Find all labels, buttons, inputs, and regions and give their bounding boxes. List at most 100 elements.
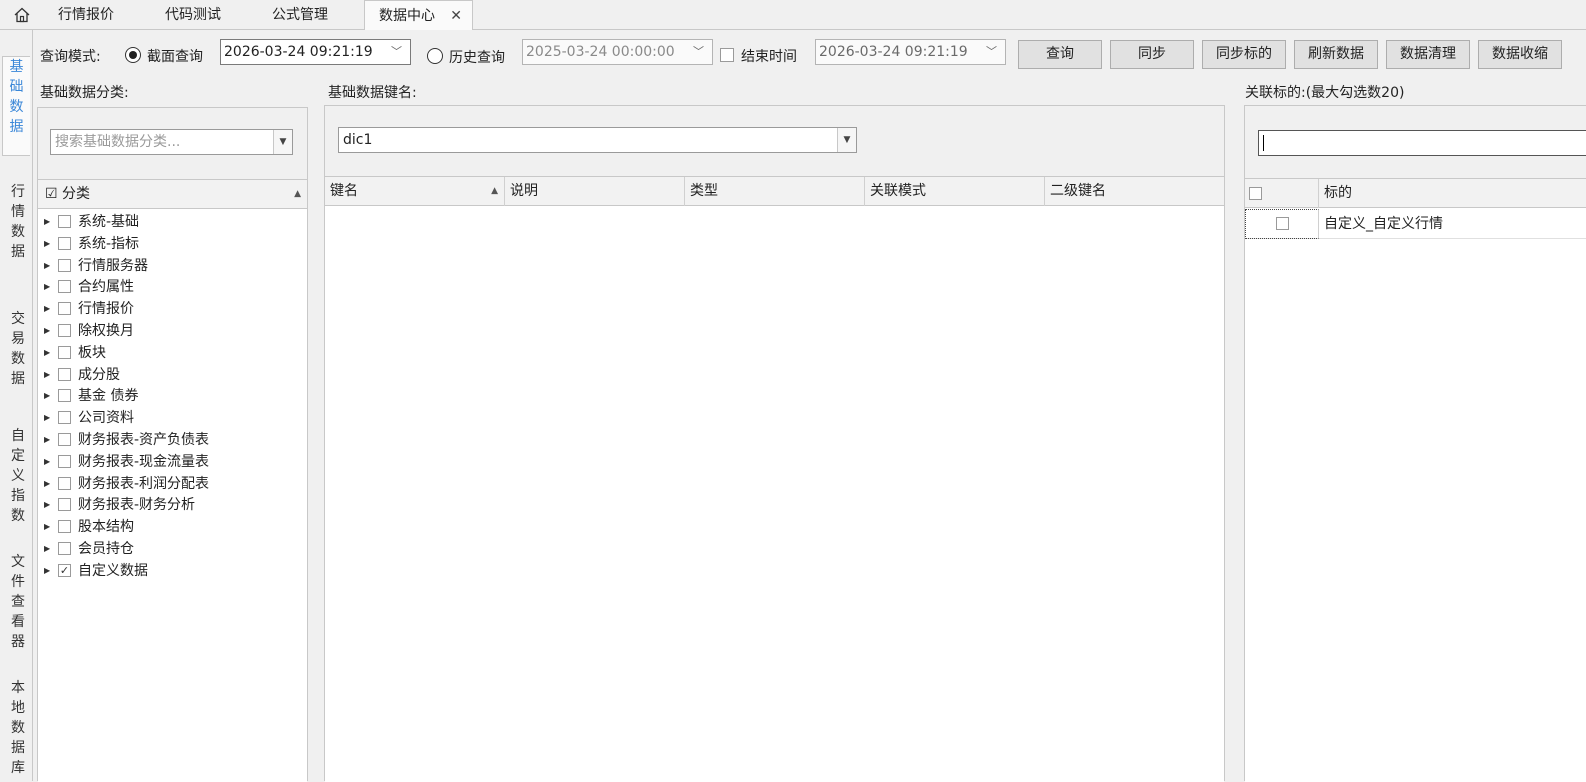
tree-item[interactable]: ▶ 合约属性 (38, 276, 307, 298)
end-time-checkbox[interactable] (720, 48, 734, 62)
nav-custom-index[interactable]: 自 定 义 指 数 (4, 426, 32, 526)
tree-item-checkbox[interactable] (58, 476, 71, 490)
expand-arrow-icon[interactable]: ▶ (44, 473, 50, 495)
tab-data-center[interactable]: 数据中心 ✕ (364, 0, 473, 31)
tree-item-checkbox[interactable] (58, 258, 71, 272)
expand-arrow-icon[interactable]: ▶ (44, 385, 50, 407)
dropdown-arrow-icon[interactable]: ▼ (837, 128, 856, 152)
expand-arrow-icon[interactable]: ▶ (44, 451, 50, 473)
header-checkbox-icon[interactable]: ☑ (45, 186, 58, 202)
tree-item-checkbox[interactable] (58, 236, 71, 250)
tree-item[interactable]: ▶ 行情报价 (38, 298, 307, 320)
snapshot-radio[interactable] (125, 47, 141, 63)
tree-item[interactable]: ▶ 财务报表-现金流量表 (38, 451, 307, 473)
tree-item[interactable]: ▶ 财务报表-利润分配表 (38, 473, 307, 495)
tree-item[interactable]: ▶ 成分股 (38, 364, 307, 386)
expand-arrow-icon[interactable]: ▶ (44, 429, 50, 451)
tree-item-checkbox[interactable] (58, 520, 71, 534)
tree-item-checkbox[interactable] (58, 215, 71, 228)
expand-arrow-icon[interactable]: ▶ (44, 255, 50, 277)
chevron-down-icon[interactable]: ﹀ (986, 40, 997, 64)
tab-home[interactable] (8, 0, 36, 30)
col-sub-key[interactable]: 二级键名 (1045, 177, 1224, 206)
tab-formula[interactable]: 公式管理 (272, 0, 328, 30)
category-tree-header[interactable]: ☑ 分类 ▲ (38, 180, 307, 209)
tree-item-label: 板块 (78, 344, 106, 361)
tree-item-label: 财务报表-财务分析 (78, 497, 196, 514)
nav-basic-data[interactable]: 基 础 数 据 (2, 56, 30, 156)
tree-item-checkbox[interactable] (58, 280, 71, 294)
tab-quotes[interactable]: 行情报价 (58, 0, 114, 30)
tree-item[interactable]: ▶ 系统-基础 (38, 211, 307, 233)
expand-arrow-icon[interactable]: ▶ (44, 320, 50, 342)
nav-local-db[interactable]: 本 地 数 据 库 (4, 678, 32, 778)
clean-data-button[interactable]: 数据清理 (1386, 40, 1470, 69)
tree-item[interactable]: ▶ 行情服务器 (38, 255, 307, 277)
chevron-down-icon[interactable]: ﹀ (391, 40, 402, 64)
col-description[interactable]: 说明 (505, 177, 685, 206)
tree-item-checkbox[interactable] (58, 454, 71, 468)
history-datetime-picker[interactable]: 2025-03-24 00:00:00 ﹀ (522, 39, 713, 65)
row-checkbox-cell[interactable] (1245, 209, 1319, 239)
expand-arrow-icon[interactable]: ▶ (44, 560, 50, 582)
tree-item[interactable]: ▶ 会员持仓 (38, 538, 307, 560)
tree-item[interactable]: ▶ 系统-指标 (38, 233, 307, 255)
end-datetime-picker[interactable]: 2026-03-24 09:21:19 ﹀ (815, 39, 1006, 65)
nav-quote-data[interactable]: 行 情 数 据 (4, 182, 32, 262)
category-search-input[interactable]: 搜索基础数据分类... ▼ (50, 129, 293, 155)
tree-item[interactable]: ▶ ✓ 自定义数据 (38, 560, 307, 582)
tree-item[interactable]: ▶ 公司资料 (38, 407, 307, 429)
tree-item[interactable]: ▶ 板块 (38, 342, 307, 364)
tree-item-checkbox[interactable] (58, 345, 71, 359)
chevron-down-icon[interactable]: ﹀ (693, 40, 704, 64)
tree-item-checkbox[interactable] (58, 367, 71, 381)
compact-data-button[interactable]: 数据收缩 (1478, 40, 1562, 69)
expand-arrow-icon[interactable]: ▶ (44, 516, 50, 538)
expand-arrow-icon[interactable]: ▶ (44, 342, 50, 364)
col-key-name[interactable]: 键名 ▲ (325, 177, 505, 206)
col-select-all[interactable] (1245, 179, 1319, 208)
tree-item-checkbox[interactable] (58, 542, 71, 555)
tab-code-test[interactable]: 代码测试 (165, 0, 221, 30)
select-all-checkbox[interactable] (1249, 187, 1262, 200)
expand-arrow-icon[interactable]: ▶ (44, 211, 50, 233)
tree-item[interactable]: ▶ 财务报表-财务分析 (38, 494, 307, 516)
nav-custom-index-label: 自 定 义 指 数 (11, 428, 25, 524)
close-icon[interactable]: ✕ (450, 1, 462, 31)
query-button[interactable]: 查询 (1018, 40, 1102, 69)
tree-item-checkbox[interactable] (58, 324, 71, 337)
tree-item[interactable]: ▶ 财务报表-资产负债表 (38, 429, 307, 451)
expand-arrow-icon[interactable]: ▶ (44, 364, 50, 386)
expand-arrow-icon[interactable]: ▶ (44, 298, 50, 320)
history-radio[interactable] (427, 48, 443, 64)
tree-item[interactable]: ▶ 基金 债券 (38, 385, 307, 407)
tree-item-checkbox[interactable] (58, 302, 71, 316)
tree-item-checkbox[interactable] (58, 498, 71, 512)
sync-targets-button[interactable]: 同步标的 (1202, 40, 1286, 69)
row-checkbox[interactable] (1276, 217, 1289, 230)
refresh-data-button[interactable]: 刷新数据 (1294, 40, 1378, 69)
tree-item-checkbox[interactable]: ✓ (58, 563, 71, 577)
key-select[interactable]: dic1 ▼ (338, 127, 857, 153)
expand-arrow-icon[interactable]: ▶ (44, 407, 50, 429)
col-target[interactable]: 标的 (1319, 179, 1586, 208)
snapshot-datetime-picker[interactable]: 2026-03-24 09:21:19 ﹀ (220, 39, 411, 65)
sync-button[interactable]: 同步 (1110, 40, 1194, 69)
col-link-mode[interactable]: 关联模式 (865, 177, 1045, 206)
tree-item-checkbox[interactable] (58, 433, 71, 446)
tree-item[interactable]: ▶ 除权换月 (38, 320, 307, 342)
table-row[interactable]: 自定义_自定义行情 (1245, 209, 1586, 239)
expand-arrow-icon[interactable]: ▶ (44, 538, 50, 560)
nav-trade-data[interactable]: 交 易 数 据 (4, 309, 32, 389)
tree-item-checkbox[interactable] (58, 411, 71, 425)
target-search-input[interactable] (1258, 130, 1586, 156)
expand-arrow-icon[interactable]: ▶ (44, 233, 50, 255)
tree-item-checkbox[interactable] (58, 389, 71, 403)
nav-file-viewer[interactable]: 文 件 查 看 器 (4, 552, 32, 652)
expand-arrow-icon[interactable]: ▶ (44, 494, 50, 516)
category-panel-title: 基础数据分类: (40, 85, 129, 101)
tree-item[interactable]: ▶ 股本结构 (38, 516, 307, 538)
expand-arrow-icon[interactable]: ▶ (44, 276, 50, 298)
col-type[interactable]: 类型 (685, 177, 865, 206)
dropdown-arrow-icon[interactable]: ▼ (273, 130, 292, 154)
